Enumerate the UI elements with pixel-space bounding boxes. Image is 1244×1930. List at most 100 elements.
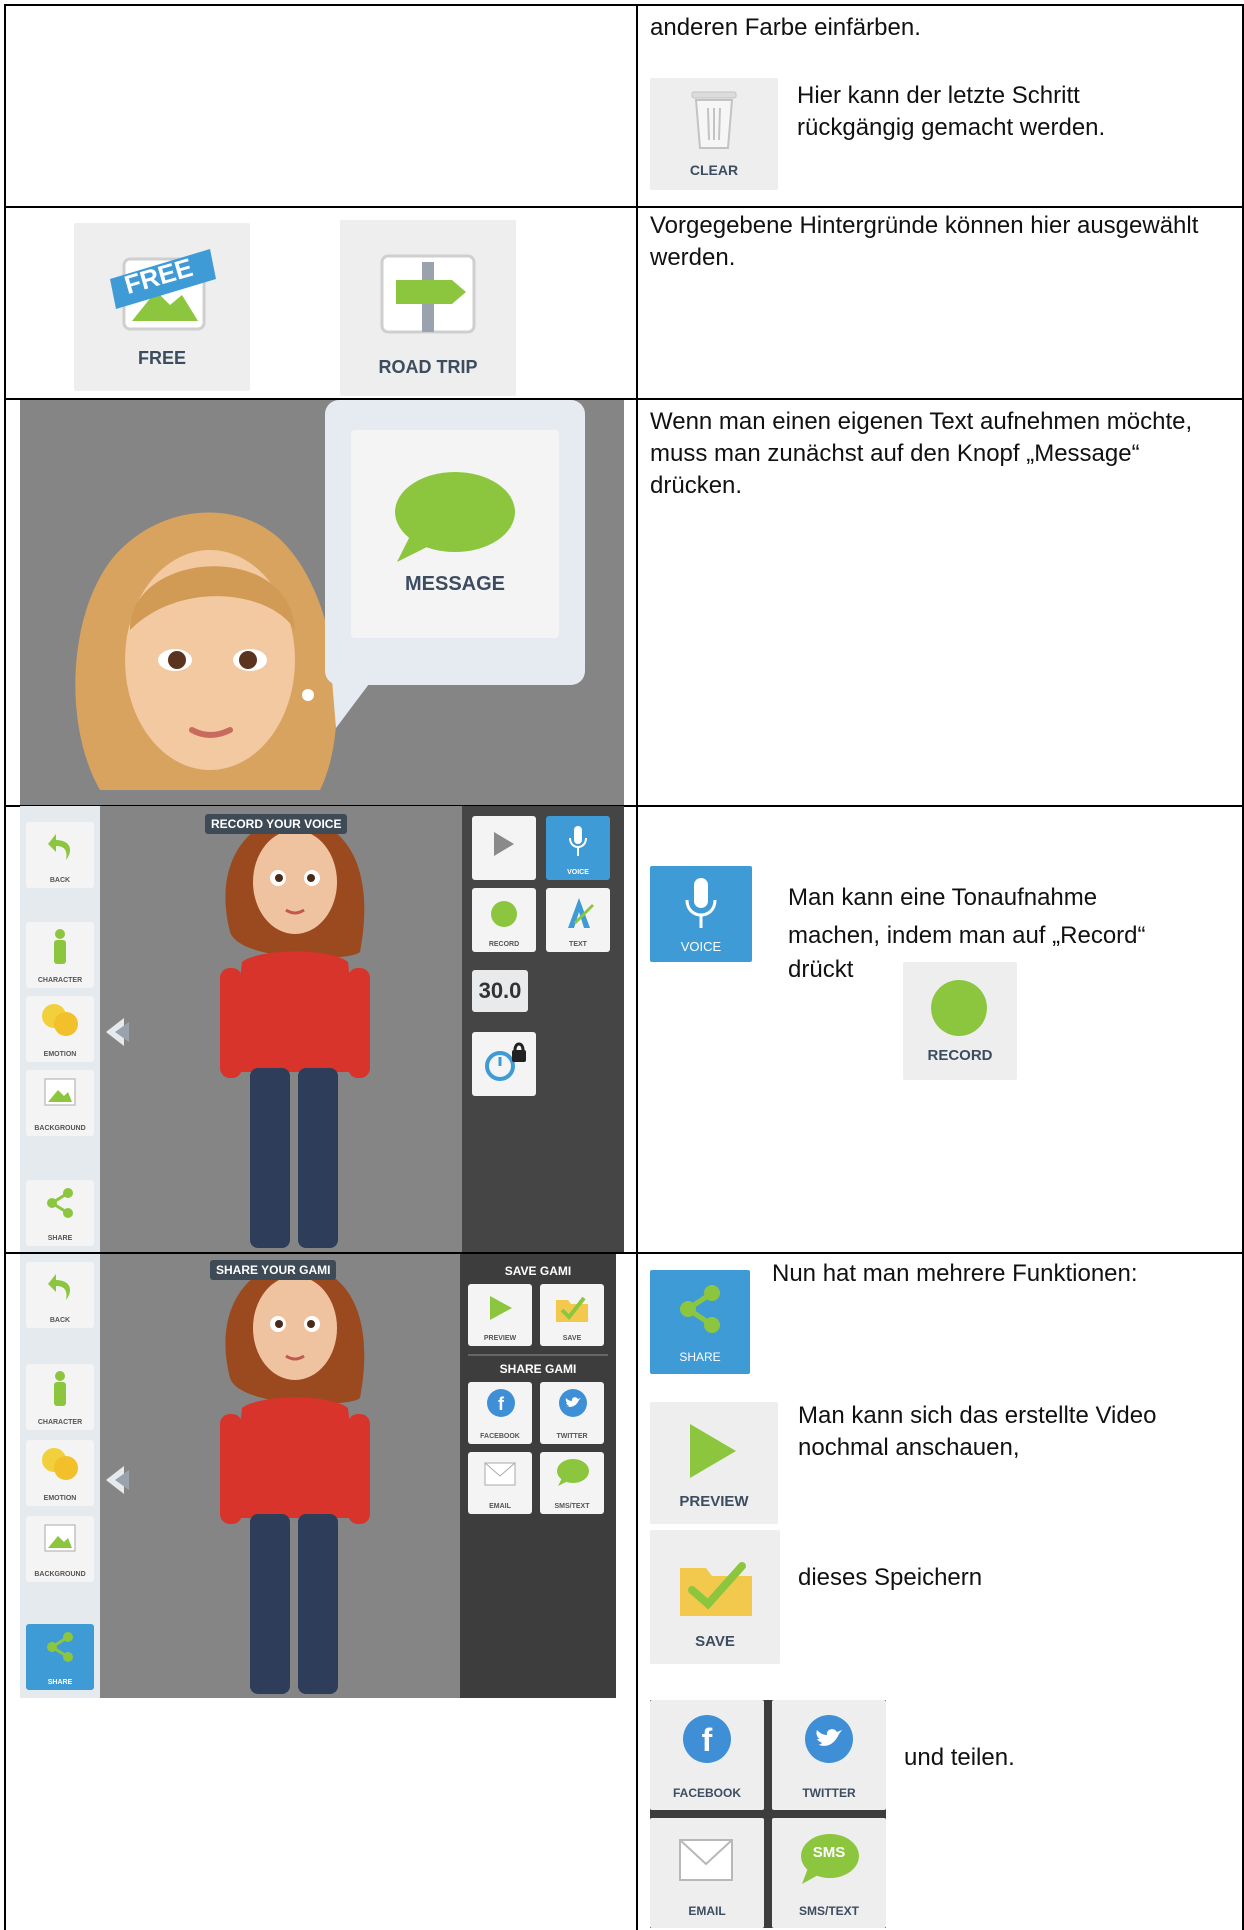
row-text: Man kann eine Tonaufnahme [788,884,1098,911]
sms-bubble-icon [557,1459,589,1486]
sms-tile: SMS SMS/TEXT [772,1818,886,1928]
sidebar-label: CHARACTER [37,977,83,984]
svg-text:f: f [498,1394,505,1414]
sms-badge-text: SMS [812,1844,846,1861]
picture-icon [44,1078,76,1106]
microphone-icon [685,878,717,928]
record-label: RECORD [927,1047,993,1064]
panel-divider [468,1354,608,1356]
voice-button: VOICE [546,816,610,880]
record-panel: VOICE RECORD TEXT 30.0 [462,806,624,1252]
sidebar-label: BACK [49,877,71,884]
record-screenshot: BACK CHARACTER EMOTION BACKGROUND SHARE [20,806,624,1252]
picture-icon [44,1524,76,1552]
sidebar-label: BACKGROUND [34,1571,86,1578]
sms-button: SMS/TEXT [540,1452,604,1514]
timer-lock-button [472,1032,536,1096]
document-page: anderen Farbe einfärben. CLEAR Hier kann… [0,0,1244,1930]
save-button: SAVE [540,1284,604,1346]
sidebar-label: SHARE [47,1679,73,1686]
share-gami-heading: SHARE GAMI [499,1362,577,1376]
row-text: Man kann sich das erstellte Video nochma… [798,1402,1157,1461]
preview-label: PREVIEW [679,1493,749,1510]
share-icon [47,1188,73,1218]
voice-tile: VOICE [650,866,752,962]
emotion-button: EMOTION [26,1440,94,1506]
speech-bubble: MESSAGE [325,400,585,685]
svg-text:f: f [702,1722,713,1758]
panel-label: PREVIEW [483,1335,517,1342]
person-icon [54,929,66,964]
share-button: SHARE [26,1180,94,1246]
facebook-tile: f FACEBOOK [650,1700,764,1810]
share-your-gami-banner: SHARE YOUR GAMI [210,1260,337,1280]
panel-label: VOICE [567,869,589,876]
emotion-button: EMOTION [26,996,94,1062]
emoji-icon [42,1448,78,1480]
email-button: EMAIL [468,1452,532,1514]
panel-label: TEXT [569,941,587,948]
twitter-label: TWITTER [802,1786,856,1800]
voice-label: VOICE [680,939,722,954]
app-sidebar: BACK CHARACTER EMOTION BACKGROUND SHARE [20,806,100,1252]
row-text: drückt [788,956,854,983]
twitter-tile: TWITTER [772,1700,886,1810]
play-icon [690,1424,736,1478]
share-icon [680,1285,720,1333]
table-rule [4,4,6,1930]
clear-button: CLEAR [650,78,778,190]
twitter-icon [805,1715,853,1763]
share-button: SHARE [26,1624,94,1690]
record-your-voice-banner: RECORD YOUR VOICE [205,814,348,834]
row-text: Hier kann der letzte Schritt rückgängig … [797,82,1106,141]
twitter-icon [559,1389,587,1417]
facebook-label: FACEBOOK [672,1786,741,1800]
play-icon [490,1296,512,1320]
share-icon [47,1632,73,1662]
row-text: Vorgegebene Hintergründe können hier aus… [650,212,1199,271]
table-rule [4,4,1244,6]
save-label: SAVE [695,1633,735,1650]
record-button: RECORD [472,888,536,952]
envelope-icon [679,1839,733,1881]
table-rule [636,4,638,1930]
play-button [472,816,536,880]
panel-label: TWITTER [556,1433,588,1440]
message-button: MESSAGE [351,430,559,638]
sidebar-label: BACKGROUND [34,1125,86,1132]
table-rule [4,206,1244,208]
email-label: EMAIL [688,1904,726,1918]
share-label: SHARE [679,1350,721,1364]
background-button: BACKGROUND [26,1070,94,1136]
record-circle-icon [491,901,517,927]
road-trip-label: ROAD TRIP [378,357,478,377]
preview-tile: PREVIEW [650,1402,778,1524]
envelope-icon [484,1462,516,1486]
facebook-icon: f [487,1389,515,1417]
character-button: CHARACTER [26,1364,94,1430]
message-screenshot: MESSAGE [20,400,624,805]
play-icon [494,832,514,856]
share-screenshot: BACK CHARACTER EMOTION BACKGROUND SHARE [20,1254,616,1698]
share-tile: SHARE [650,1270,750,1374]
sms-label: SMS/TEXT [798,1904,859,1918]
arrow-left-icon [115,1022,129,1042]
panel-label: EMAIL [489,1503,511,1510]
emoji-icon [42,1004,78,1036]
email-tile: EMAIL [650,1818,764,1928]
stopwatch-icon [485,1042,526,1081]
sidebar-label: BACK [49,1317,71,1324]
free-label: FREE [137,348,186,368]
character-figure [220,817,370,1248]
back-button: BACK [26,822,94,888]
back-arrow-icon [48,1274,71,1300]
folder-check-icon [680,1562,752,1616]
back-arrow-icon [48,834,71,860]
background-button: BACKGROUND [26,1516,94,1582]
panel-label: FACEBOOK [480,1433,520,1440]
row-text: und teilen. [904,1744,1015,1771]
character-figure [220,1263,370,1694]
sidebar-label: CHARACTER [37,1419,83,1426]
row-text: dieses Speichern [798,1564,983,1591]
row-text: machen, indem man auf „Record“ [788,922,1146,949]
